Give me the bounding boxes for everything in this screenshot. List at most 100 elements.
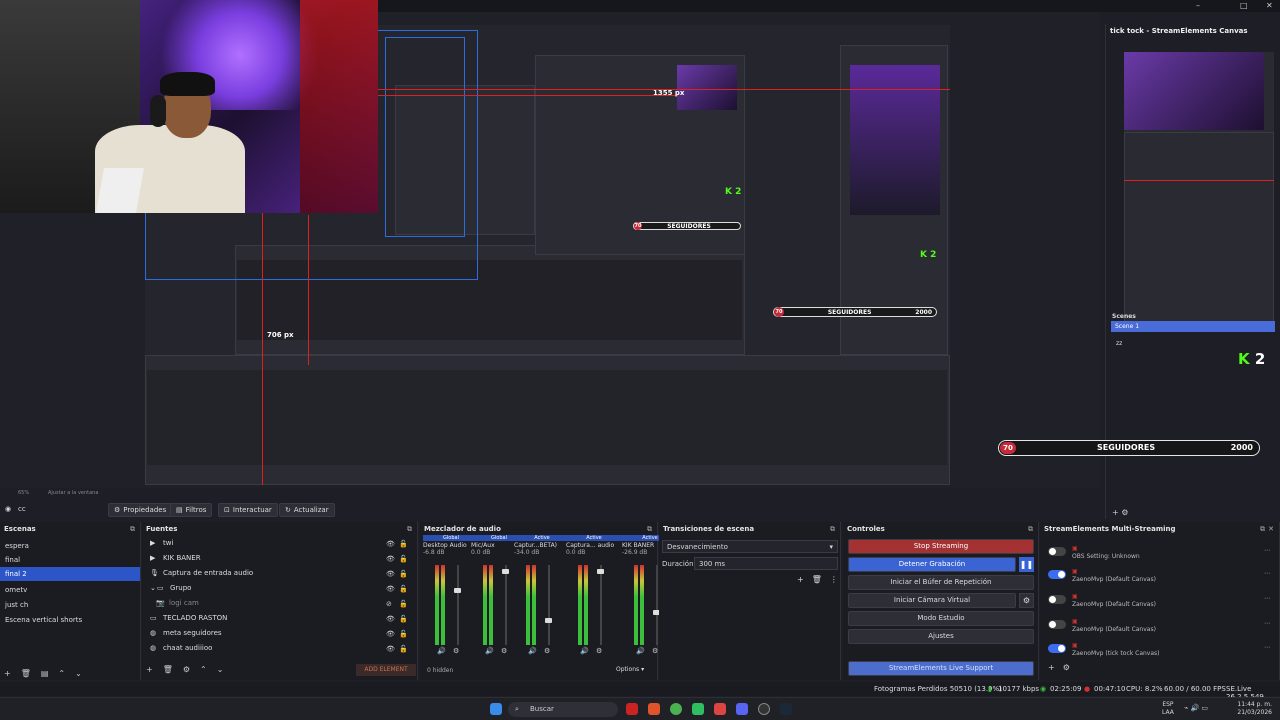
discord-icon[interactable] <box>736 703 748 715</box>
up-icon[interactable]: ⌃ <box>58 669 65 678</box>
properties-button[interactable]: ⚙ Propiedades <box>108 503 173 517</box>
eye-icon[interactable]: 👁 <box>386 540 395 548</box>
eye-icon[interactable]: 👁 <box>386 585 395 593</box>
windows-start-icon[interactable] <box>490 703 502 715</box>
gear-icon[interactable]: ⚙ <box>501 647 507 655</box>
lock-icon[interactable]: 🔓 <box>399 600 408 608</box>
scene-item[interactable]: ometv <box>0 583 140 597</box>
gear-icon[interactable]: ⚙ <box>453 647 459 655</box>
speaker-icon[interactable]: 🔊 <box>437 647 446 655</box>
lock-icon[interactable]: 🔓 <box>399 570 408 578</box>
gear-icon[interactable]: ⚙ <box>596 647 602 655</box>
taskbar-search[interactable]: ⌕ Buscar <box>508 702 618 717</box>
gear-icon[interactable]: ⚙ <box>183 665 190 674</box>
stop-streaming-button[interactable]: Stop Streaming <box>848 539 1034 554</box>
app-icon-red[interactable] <box>626 703 638 715</box>
more-icon[interactable]: ⋯ <box>1264 595 1270 602</box>
source-item[interactable]: ⌄ ▭ Grupo 👁 🔓 <box>146 584 410 598</box>
speaker-icon[interactable]: 🔊 <box>528 647 537 655</box>
replay-buffer-button[interactable]: Iniciar el Búfer de Repetición <box>848 575 1034 590</box>
app-icon-green[interactable] <box>692 703 704 715</box>
eye-icon[interactable]: 👁 <box>386 570 395 578</box>
lock-icon[interactable]: 🔓 <box>399 645 408 653</box>
mixer-options-button[interactable]: Options ▾ <box>616 666 644 673</box>
add-icon[interactable]: + <box>1048 663 1055 672</box>
add-icon[interactable]: + <box>146 665 153 674</box>
stream-toggle[interactable] <box>1048 595 1066 604</box>
eye-icon[interactable]: 👁 <box>386 555 395 563</box>
minimize-icon[interactable]: – <box>1196 1 1200 10</box>
volume-fader[interactable] <box>656 565 658 645</box>
down-icon[interactable]: ⌄ <box>217 665 224 674</box>
lock-icon[interactable]: 🔓 <box>399 630 408 638</box>
fader-handle[interactable] <box>502 568 509 574</box>
up-icon[interactable]: ⌃ <box>200 665 207 674</box>
filter-icon[interactable]: ▤ <box>41 669 49 678</box>
gear-icon[interactable]: ⚙ <box>1063 663 1070 672</box>
undock-icon[interactable]: ⧉ <box>1260 525 1265 534</box>
multistream-row[interactable]: ▣ ZaenoMvp (Default Canvas) ⋯ <box>1044 591 1280 611</box>
chrome-icon[interactable] <box>670 703 682 715</box>
speaker-icon[interactable]: 🔊 <box>485 647 494 655</box>
fader-handle[interactable] <box>597 568 604 574</box>
undock-icon[interactable]: ⧉ <box>407 525 412 534</box>
volume-fader[interactable] <box>548 565 550 645</box>
lock-icon[interactable]: 🔓 <box>399 585 408 593</box>
eye-icon[interactable]: 👁 <box>386 615 395 623</box>
maximize-icon[interactable]: □ <box>1240 1 1248 10</box>
volume-fader[interactable] <box>505 565 507 645</box>
source-item[interactable]: 📷 logi cam ⊘ 🔓 <box>146 599 410 613</box>
source-item[interactable]: ▶ twi 👁 🔓 <box>146 539 410 553</box>
source-item[interactable]: ◍ meta seguidores 👁 🔓 <box>146 629 410 643</box>
filters-button[interactable]: ▤ Filtros <box>170 503 213 517</box>
zoom-percent[interactable]: 65% <box>18 490 29 496</box>
source-item[interactable]: ▶ KIK BANER 👁 🔓 <box>146 554 410 568</box>
more-icon[interactable]: ⋯ <box>1264 570 1270 577</box>
add-icon[interactable]: + <box>4 669 11 678</box>
more-icon[interactable]: ⋯ <box>1264 547 1270 554</box>
source-item[interactable]: ◍ chaat audiiioo 👁 🔓 <box>146 644 410 658</box>
clock[interactable]: 11:44 p. m. 21/03/2026 <box>1237 701 1272 717</box>
eye-icon[interactable]: 👁 <box>386 645 395 653</box>
brave-icon[interactable] <box>648 703 660 715</box>
undock-icon[interactable]: ⧉ <box>830 525 835 534</box>
trash-icon[interactable]: 🗑 <box>812 575 822 584</box>
pause-icon[interactable]: ❚❚ <box>1019 557 1034 572</box>
multistream-row[interactable]: ▣ ZaenoMvp (Default Canvas) ⋯ <box>1044 566 1280 586</box>
stop-recording-button[interactable]: Detener Grabación <box>848 557 1016 572</box>
scene-item[interactable]: just ch <box>0 598 140 612</box>
multistream-row[interactable]: ▣ OBS Setting: Unknown ⋯ <box>1044 543 1280 563</box>
undock-icon[interactable]: ⧉ <box>130 525 135 534</box>
transition-select[interactable]: Desvanecimiento ▾ <box>662 540 838 553</box>
fader-handle[interactable] <box>454 587 461 593</box>
gear-icon[interactable]: ⚙ <box>1019 593 1034 608</box>
scene-item[interactable]: final <box>0 553 140 567</box>
gear-icon[interactable]: ⚙ <box>544 647 550 655</box>
canvas-scene-item[interactable]: zz <box>1116 340 1122 347</box>
virtual-camera-button[interactable]: Iniciar Cámara Virtual <box>848 593 1016 608</box>
lock-icon[interactable]: 🔓 <box>399 615 408 623</box>
source-item[interactable]: 🎙 Captura de entrada audio 👁 🔓 <box>146 569 410 583</box>
speaker-icon[interactable]: 🔊 <box>580 647 589 655</box>
add-element-button[interactable]: ADD ELEMENT <box>356 664 416 676</box>
close-icon[interactable]: ✕ <box>1268 525 1274 533</box>
multistream-row[interactable]: ▣ ZaenoMvp (Default Canvas) ⋯ <box>1044 616 1280 636</box>
undock-icon[interactable]: ⧉ <box>1028 525 1033 534</box>
add-icon[interactable]: + <box>797 575 804 584</box>
lock-icon[interactable]: 🔓 <box>399 555 408 563</box>
interact-button[interactable]: ⊡ Interactuar <box>218 503 278 517</box>
settings-button[interactable]: Ajustes <box>848 629 1034 644</box>
speaker-icon[interactable]: 🔊 <box>636 647 645 655</box>
canvas-scene-selected[interactable]: Scene 1 <box>1111 321 1275 332</box>
chevron-down-icon[interactable]: ⌄ <box>150 584 156 592</box>
webcam-feed[interactable] <box>0 0 378 213</box>
scene-item-selected[interactable]: final 2 <box>0 567 140 581</box>
undock-icon[interactable]: ⧉ <box>647 525 652 534</box>
down-icon[interactable]: ⌄ <box>75 669 82 678</box>
lock-icon[interactable]: 🔓 <box>399 540 408 548</box>
stream-toggle[interactable] <box>1048 644 1066 653</box>
volume-fader[interactable] <box>600 565 602 645</box>
volume-fader[interactable] <box>457 565 459 645</box>
scene-item[interactable]: espera <box>0 539 140 553</box>
tray-icons[interactable]: ⌁ 🔊 ▭ <box>1184 704 1208 712</box>
